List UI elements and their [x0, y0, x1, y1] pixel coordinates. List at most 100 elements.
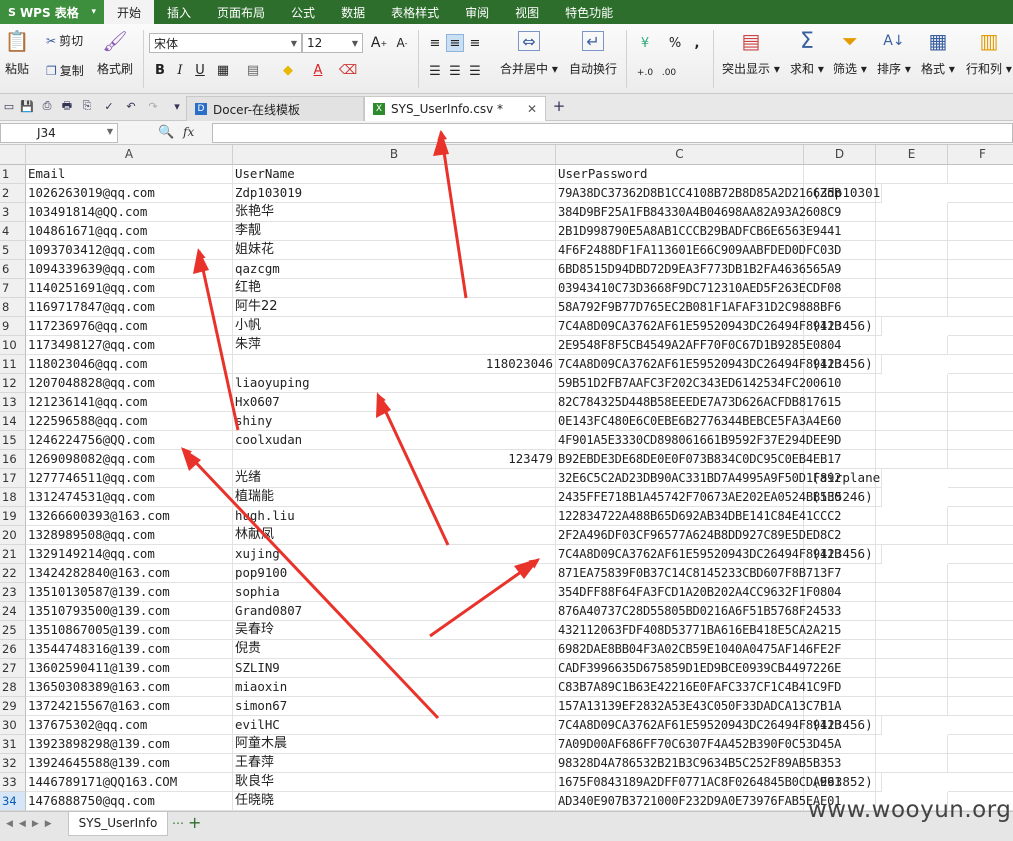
row-header[interactable]: 12: [0, 374, 26, 393]
empty-cell[interactable]: [948, 184, 1013, 203]
username-cell[interactable]: 倪贵: [233, 640, 556, 659]
username-cell[interactable]: liaoyuping: [233, 374, 556, 393]
row-header[interactable]: 7: [0, 279, 26, 298]
plaintext-note-cell[interactable]: [876, 412, 948, 431]
empty-cell[interactable]: [804, 412, 876, 431]
underline-button[interactable]: U: [191, 61, 209, 79]
menu-tab-formula[interactable]: 公式: [278, 0, 328, 24]
email-cell[interactable]: 1312474531@qq.com: [26, 488, 233, 507]
format-button[interactable]: ▦ 格式 ▾: [921, 28, 955, 77]
empty-cell[interactable]: [804, 203, 876, 222]
row-header[interactable]: 33: [0, 773, 26, 792]
empty-cell[interactable]: [804, 374, 876, 393]
empty-cell[interactable]: [948, 469, 1013, 488]
email-cell[interactable]: 117236976@qq.com: [26, 317, 233, 336]
empty-cell[interactable]: [804, 697, 876, 716]
row-header[interactable]: 21: [0, 545, 26, 564]
password-hash-cell[interactable]: 122834722A488B65D692AB34DBE141C84E41CCC2: [556, 507, 841, 526]
empty-cell[interactable]: [948, 659, 1013, 678]
password-hash-cell[interactable]: CADF3996635D675859D1ED9BCE0939CB4497226E: [556, 659, 841, 678]
menu-tab-special[interactable]: 特色功能: [552, 0, 626, 24]
username-cell[interactable]: 林献凤: [233, 526, 556, 545]
username-cell[interactable]: SZLIN9: [233, 659, 556, 678]
email-cell[interactable]: 1446789171@QQ163.COM: [26, 773, 233, 792]
empty-cell[interactable]: [948, 393, 1013, 412]
menu-tab-home[interactable]: 开始: [104, 0, 155, 24]
username-cell[interactable]: 张艳华: [233, 203, 556, 222]
border-icon[interactable]: ▦: [214, 61, 232, 79]
plaintext-note-cell[interactable]: (135246): [810, 488, 882, 507]
plaintext-note-cell[interactable]: [876, 260, 948, 279]
align-bottom-icon[interactable]: ≡: [466, 34, 484, 52]
rows-cols-button[interactable]: ▥ 行和列 ▾: [966, 28, 1012, 77]
username-cell[interactable]: 朱萍: [233, 336, 556, 355]
row-header[interactable]: 28: [0, 678, 26, 697]
password-hash-cell[interactable]: 7C4A8D09CA3762AF61E59520943DC26494F8941B: [556, 545, 841, 564]
empty-cell[interactable]: [948, 716, 1013, 735]
empty-cell[interactable]: [948, 583, 1013, 602]
row-header[interactable]: 25: [0, 621, 26, 640]
email-cell[interactable]: 104861671@qq.com: [26, 222, 233, 241]
password-hash-cell[interactable]: 4F6F2488DF1FA113601E66C909AABFDED0DFC03D: [556, 241, 841, 260]
empty-cell[interactable]: [948, 697, 1013, 716]
password-hash-cell[interactable]: 6BD8515D94DBD72D9EA3F773DB1B2FA4636565A9: [556, 260, 841, 279]
row-header[interactable]: 26: [0, 640, 26, 659]
username-cell[interactable]: miaoxin: [233, 678, 556, 697]
formula-input[interactable]: [212, 123, 1013, 143]
italic-button[interactable]: I: [171, 61, 189, 79]
add-sheet-icon[interactable]: +: [188, 813, 201, 832]
empty-cell[interactable]: [804, 431, 876, 450]
password-hash-cell[interactable]: 58A792F9B77D765EC2B081F1AFAF31D2C9888BF6: [556, 298, 841, 317]
email-cell[interactable]: 13510867005@139.com: [26, 621, 233, 640]
username-cell[interactable]: evilHC: [233, 716, 556, 735]
username-cell[interactable]: shiny: [233, 412, 556, 431]
username-cell[interactable]: 118023046: [233, 355, 556, 374]
comma-icon[interactable]: ,: [688, 34, 706, 52]
plaintext-note-cell[interactable]: (airplane): [810, 469, 882, 488]
empty-cell[interactable]: [948, 355, 1013, 374]
username-cell[interactable]: sophia: [233, 583, 556, 602]
sum-button[interactable]: Σ 求和 ▾: [790, 28, 824, 77]
empty-cell[interactable]: [804, 583, 876, 602]
decrease-decimal-icon[interactable]: .00: [660, 64, 678, 82]
username-cell[interactable]: 吴春玲: [233, 621, 556, 640]
email-cell[interactable]: 13510793500@139.com: [26, 602, 233, 621]
password-hash-cell[interactable]: 98328D4A786532B21B3C9634B5C252F89AB5B353: [556, 754, 841, 773]
plaintext-note-cell[interactable]: [876, 393, 948, 412]
format-painter-button[interactable]: 🖌 格式刷: [97, 28, 133, 77]
email-cell[interactable]: 1246224756@QQ.com: [26, 431, 233, 450]
cell-style-icon[interactable]: ▤: [244, 61, 262, 79]
password-hash-cell[interactable]: 384D9BF25A1FB84330A4B04698AA82A93A2608C9: [556, 203, 841, 222]
plaintext-note-cell[interactable]: [876, 450, 948, 469]
empty-cell[interactable]: [804, 241, 876, 260]
plaintext-note-cell[interactable]: [876, 640, 948, 659]
column-header[interactable]: C: [556, 145, 804, 165]
empty-cell[interactable]: [804, 279, 876, 298]
row-header[interactable]: 17: [0, 469, 26, 488]
email-cell[interactable]: 1207048828@qq.com: [26, 374, 233, 393]
password-hash-cell[interactable]: 354DFF88F64FA3FCD1A20B202A4CC9632F1F0804: [556, 583, 841, 602]
align-center-icon[interactable]: ☰: [446, 62, 464, 80]
plaintext-note-cell[interactable]: [876, 659, 948, 678]
spellcheck-icon[interactable]: ✓: [102, 99, 116, 113]
menu-tab-table-style[interactable]: 表格样式: [378, 0, 452, 24]
bold-button[interactable]: B: [151, 61, 169, 79]
email-cell[interactable]: 1476888750@qq.com: [26, 792, 233, 811]
select-all-corner[interactable]: [0, 145, 26, 165]
username-cell[interactable]: 耿良华: [233, 773, 556, 792]
username-cell[interactable]: Zdp103019: [233, 184, 556, 203]
row-header[interactable]: 3: [0, 203, 26, 222]
row-header[interactable]: 32: [0, 754, 26, 773]
username-cell[interactable]: Hx0607: [233, 393, 556, 412]
empty-cell[interactable]: [804, 621, 876, 640]
password-hash-cell[interactable]: 59B51D2FB7AAFC3F202C343ED6142534FC200610: [556, 374, 841, 393]
percent-icon[interactable]: %: [666, 34, 684, 52]
email-cell[interactable]: 1328989508@qq.com: [26, 526, 233, 545]
email-cell[interactable]: 13510130587@139.com: [26, 583, 233, 602]
row-header[interactable]: 9: [0, 317, 26, 336]
row-header[interactable]: 4: [0, 222, 26, 241]
fill-color-icon[interactable]: ◆: [279, 61, 297, 79]
font-color-icon[interactable]: A: [309, 61, 327, 79]
empty-cell[interactable]: [948, 507, 1013, 526]
password-hash-cell[interactable]: 4F901A5E3330CD898061661B9592F37E294DEE9D: [556, 431, 841, 450]
